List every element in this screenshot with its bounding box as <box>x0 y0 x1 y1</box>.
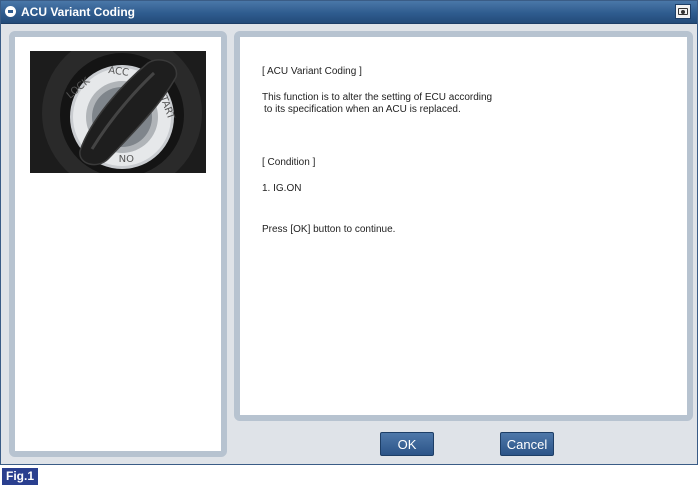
message-heading: [ ACU Variant Coding ] <box>262 66 362 77</box>
ok-button[interactable]: OK <box>380 432 434 456</box>
figure-label: Fig.1 <box>2 468 39 485</box>
window-title: ACU Variant Coding <box>21 5 136 19</box>
message-line-2: to its specification when an ACU is repl… <box>264 104 461 115</box>
app-icon <box>5 6 16 17</box>
dialog-window: ACU Variant Coding LOCK ACC START ON [ A <box>0 0 698 465</box>
instruction-text: Press [OK] button to continue. <box>262 224 396 235</box>
image-panel: LOCK ACC START ON <box>9 31 227 457</box>
condition-heading: [ Condition ] <box>262 157 316 168</box>
ignition-switch-image: LOCK ACC START ON <box>30 51 206 173</box>
ring-label-on: ON <box>119 152 134 163</box>
message-panel: [ ACU Variant Coding ] This function is … <box>234 31 693 421</box>
message-line-1: This function is to alter the setting of… <box>262 92 493 103</box>
camera-icon[interactable] <box>675 4 691 19</box>
cancel-button[interactable]: Cancel <box>500 432 554 456</box>
title-bar: ACU Variant Coding <box>1 1 697 24</box>
condition-item: 1. IG.ON <box>262 183 302 194</box>
